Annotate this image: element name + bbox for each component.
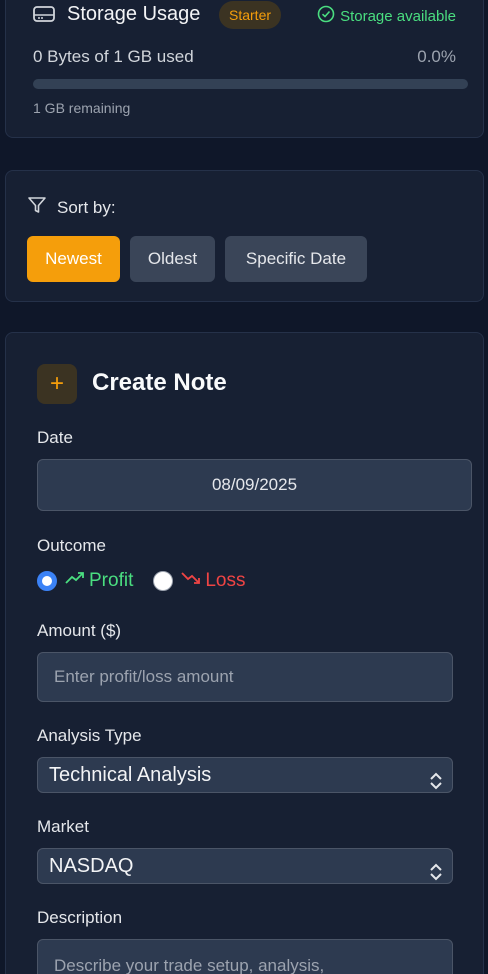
storage-status-text: Storage available xyxy=(340,7,456,25)
market-label: Market xyxy=(37,817,89,836)
storage-percent: 0.0% xyxy=(417,47,456,66)
description-label: Description xyxy=(37,908,123,927)
storage-progress-bar xyxy=(33,79,468,89)
profit-option[interactable]: Profit xyxy=(65,570,133,592)
analysis-type-label: Analysis Type xyxy=(37,726,142,745)
storage-remaining: 1 GB remaining xyxy=(33,100,131,116)
check-circle-icon xyxy=(317,5,335,27)
storage-title: Storage Usage xyxy=(67,3,201,25)
loss-option[interactable]: Loss xyxy=(181,570,246,592)
trending-up-icon xyxy=(65,570,85,592)
sort-oldest-button[interactable]: Oldest xyxy=(130,236,215,282)
sort-specific-date-button[interactable]: Specific Date xyxy=(225,236,367,282)
storage-status: Storage available xyxy=(317,5,456,27)
analysis-type-select[interactable]: Technical Analysis xyxy=(37,757,453,793)
date-field[interactable]: 08/09/2025 xyxy=(37,459,472,511)
loss-radio[interactable] xyxy=(153,571,174,591)
sort-newest-button[interactable]: Newest xyxy=(27,236,120,282)
amount-input[interactable] xyxy=(37,652,453,702)
market-select[interactable]: NASDAQ xyxy=(37,848,453,884)
chevron-updown-icon xyxy=(429,858,443,892)
outcome-label: Outcome xyxy=(37,536,106,555)
sort-label: Sort by: xyxy=(57,197,116,217)
analysis-type-value: Technical Analysis xyxy=(49,764,212,786)
loss-label: Loss xyxy=(205,570,246,591)
description-textarea[interactable] xyxy=(37,939,453,974)
create-note-card: + Create Note Date 08/09/2025 Outcome Pr… xyxy=(5,332,484,974)
chevron-updown-icon xyxy=(429,767,443,801)
storage-usage-card: Storage Usage Starter Storage available … xyxy=(5,0,484,138)
date-label: Date xyxy=(37,428,73,447)
filter-icon xyxy=(27,195,47,220)
sort-card: Sort by: Newest Oldest Specific Date xyxy=(5,170,484,302)
profit-radio[interactable] xyxy=(37,571,57,591)
trending-down-icon xyxy=(181,570,201,592)
create-note-title: Create Note xyxy=(92,369,227,396)
market-value: NASDAQ xyxy=(49,855,134,877)
hard-drive-icon xyxy=(33,5,55,23)
storage-used-text: 0 Bytes of 1 GB used xyxy=(33,47,194,66)
plan-badge: Starter xyxy=(219,1,282,29)
profit-label: Profit xyxy=(89,570,134,591)
plus-icon[interactable]: + xyxy=(37,364,77,404)
sort-header: Sort by: xyxy=(27,195,116,220)
amount-label: Amount ($) xyxy=(37,621,122,640)
outcome-radio-group: Profit Loss xyxy=(37,570,246,592)
